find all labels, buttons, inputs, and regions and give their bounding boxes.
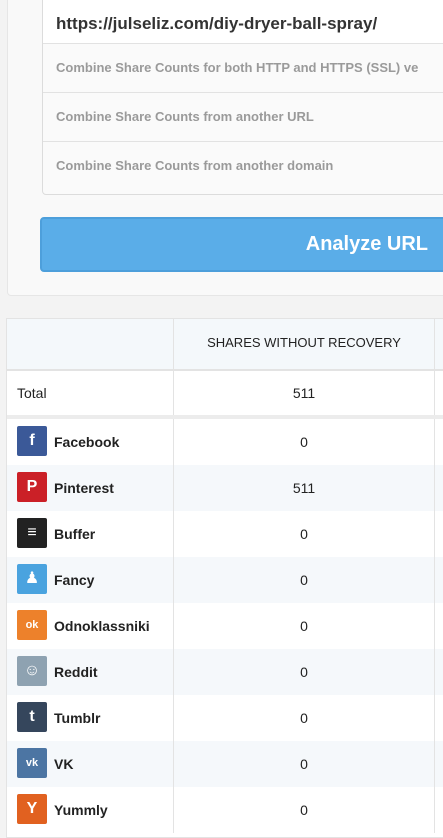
network-label: Odnoklassniki	[54, 618, 150, 634]
network-label: VK	[54, 756, 74, 772]
fancy-icon: ♟	[17, 564, 47, 594]
network-label: Tumblr	[54, 710, 101, 726]
odnoklassniki-icon: ok	[17, 610, 47, 640]
yummly-icon: Y	[17, 794, 47, 824]
share-count: 0	[173, 603, 435, 649]
table-row: ok Odnoklassniki 0	[7, 603, 443, 649]
table-row: Y Yummly 0	[7, 787, 443, 833]
option-combine-another-url[interactable]: Combine Share Counts from another URL	[43, 93, 443, 142]
total-value: 511	[173, 371, 435, 415]
network-label: Yummly	[54, 802, 108, 818]
share-count: 0	[173, 419, 435, 465]
network-label: Pinterest	[54, 480, 114, 496]
analyze-url-button[interactable]: Analyze URL	[40, 217, 443, 272]
network-label: Facebook	[54, 434, 120, 450]
network-label: Fancy	[54, 572, 95, 588]
vk-icon: vk	[17, 748, 47, 778]
network-label: Reddit	[54, 664, 98, 680]
url-options-panel: https://julseliz.com/diy-dryer-ball-spra…	[42, 0, 443, 195]
table-row: ☺ Reddit 0	[7, 649, 443, 695]
share-count: 0	[173, 511, 435, 557]
table-header: SHARES WITHOUT RECOVERY	[7, 319, 443, 371]
column-header-shares-without-recovery: SHARES WITHOUT RECOVERY	[173, 319, 435, 369]
buffer-icon: ≡	[17, 518, 47, 548]
share-count: 0	[173, 649, 435, 695]
share-count: 511	[173, 465, 435, 511]
facebook-icon: f	[17, 426, 47, 456]
share-count: 0	[173, 741, 435, 787]
option-combine-another-domain[interactable]: Combine Share Counts from another domain	[43, 142, 443, 190]
table-row: ♟ Fancy 0	[7, 557, 443, 603]
total-label: Total	[17, 385, 47, 401]
table-row: P Pinterest 511	[7, 465, 443, 511]
url-input[interactable]: https://julseliz.com/diy-dryer-ball-spra…	[43, 0, 443, 44]
table-row: vk VK 0	[7, 741, 443, 787]
tumblr-icon: t	[17, 702, 47, 732]
table-row: f Facebook 0	[7, 419, 443, 465]
total-row: Total 511	[7, 371, 443, 419]
table-row: ≡ Buffer 0	[7, 511, 443, 557]
pinterest-icon: P	[17, 472, 47, 502]
share-count: 0	[173, 695, 435, 741]
share-count: 0	[173, 557, 435, 603]
reddit-icon: ☺	[17, 656, 47, 686]
share-count: 0	[173, 787, 435, 833]
network-label: Buffer	[54, 526, 96, 542]
option-combine-http-https[interactable]: Combine Share Counts for both HTTP and H…	[43, 44, 443, 93]
table-row: t Tumblr 0	[7, 695, 443, 741]
shares-table: SHARES WITHOUT RECOVERY Total 511 f Faceb…	[6, 318, 443, 838]
